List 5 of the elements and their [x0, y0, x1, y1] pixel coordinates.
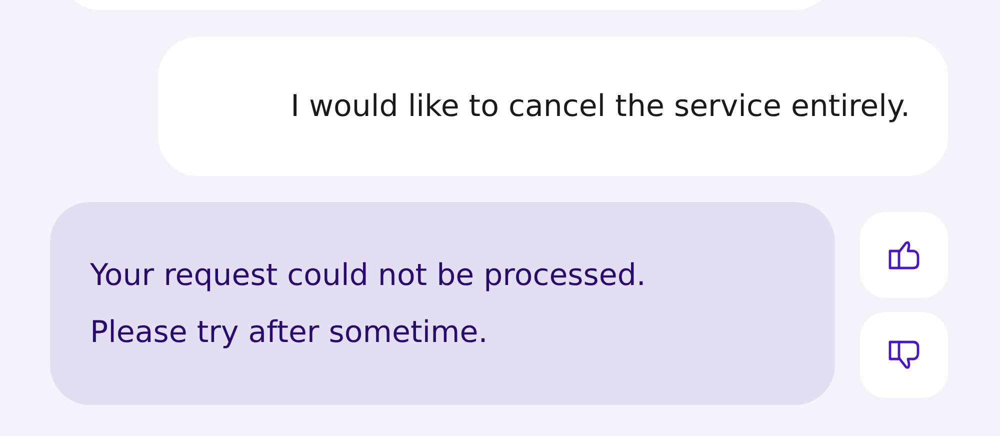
- thumbs-down-button[interactable]: [860, 312, 948, 398]
- bot-message: Your request could not be processed. Please try after sometime.: [50, 202, 835, 405]
- thumbs-up-button[interactable]: [860, 212, 948, 298]
- user-message: I would like to cancel the service entirely.: [158, 37, 948, 176]
- thumbs-up-icon: [887, 238, 921, 272]
